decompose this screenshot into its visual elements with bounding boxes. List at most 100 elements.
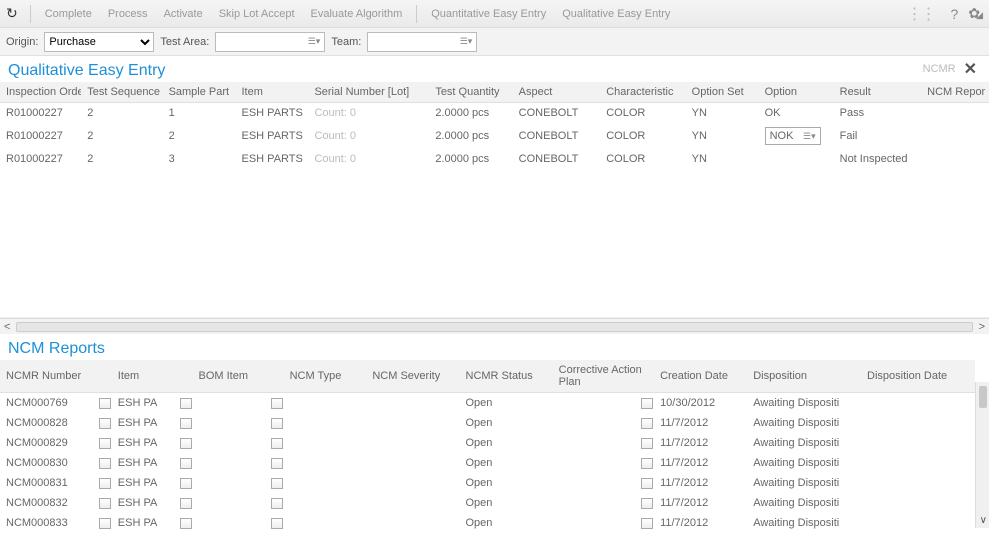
- table-row[interactable]: NCM000832ESH PAOpen11/7/2012Awaiting Dis…: [0, 493, 975, 513]
- detail-icon[interactable]: [180, 398, 192, 409]
- detail-icon[interactable]: [641, 458, 653, 469]
- detail-icon[interactable]: [99, 478, 111, 489]
- qual-col-header[interactable]: Sample Part: [163, 82, 236, 103]
- cell: NCM000832: [0, 493, 93, 513]
- detail-icon[interactable]: [641, 438, 653, 449]
- detail-icon[interactable]: [180, 518, 192, 529]
- detail-icon[interactable]: [180, 498, 192, 509]
- table-row[interactable]: NCM000830ESH PAOpen11/7/2012Awaiting Dis…: [0, 453, 975, 473]
- toolbar-btn-skip-lot-accept[interactable]: Skip Lot Accept: [219, 8, 295, 20]
- separator: [416, 5, 417, 23]
- origin-select[interactable]: Purchase: [44, 32, 154, 52]
- cell: 2: [163, 123, 236, 149]
- toolbar-btn-quantitative-easy-entry[interactable]: Quantitative Easy Entry: [431, 8, 546, 20]
- table-row[interactable]: R0100022721ESH PARTSCount: 02.0000 pcsCO…: [0, 103, 989, 124]
- ncm-col-header[interactable]: BOM Item: [192, 360, 283, 393]
- cell: ESH PA: [112, 433, 174, 453]
- qual-col-header[interactable]: Serial Number [Lot]: [308, 82, 429, 103]
- detail-icon[interactable]: [99, 458, 111, 469]
- detail-icon[interactable]: [271, 498, 283, 509]
- detail-icon[interactable]: [180, 478, 192, 489]
- toolbar-btn-complete[interactable]: Complete: [45, 8, 92, 20]
- ncmr-label: NCMR: [923, 63, 956, 75]
- separator: [30, 5, 31, 23]
- detail-icon[interactable]: [641, 418, 653, 429]
- table-row[interactable]: NCM000829ESH PAOpen11/7/2012Awaiting Dis…: [0, 433, 975, 453]
- qual-hscroll[interactable]: < >: [0, 318, 989, 334]
- table-row[interactable]: R0100022722ESH PARTSCount: 02.0000 pcsCO…: [0, 123, 989, 149]
- ncm-col-header[interactable]: Corrective Action Plan: [553, 360, 654, 393]
- qual-col-header[interactable]: Test Sequence: [81, 82, 162, 103]
- scroll-down-icon[interactable]: ∨: [980, 515, 987, 526]
- qual-col-header[interactable]: Result: [834, 82, 922, 103]
- detail-icon[interactable]: [180, 438, 192, 449]
- qual-section-header: Qualitative Easy Entry NCMR ✕: [0, 56, 989, 82]
- qual-col-header[interactable]: Aspect: [513, 82, 601, 103]
- toolbar-btn-evaluate-algorithm[interactable]: Evaluate Algorithm: [311, 8, 403, 20]
- detail-icon[interactable]: [641, 478, 653, 489]
- cell: R01000227: [0, 123, 81, 149]
- toolbar-btn-qualitative-easy-entry[interactable]: Qualitative Easy Entry: [562, 8, 670, 20]
- cell: ESH PA: [112, 413, 174, 433]
- toolbar-btn-activate[interactable]: Activate: [164, 8, 203, 20]
- scroll-left-icon[interactable]: <: [4, 321, 10, 333]
- scroll-thumb[interactable]: [979, 386, 987, 408]
- table-row[interactable]: R0100022723ESH PARTSCount: 02.0000 pcsCO…: [0, 149, 989, 169]
- help-icon[interactable]: ?: [951, 6, 959, 22]
- qual-col-header[interactable]: Inspection Order: [0, 82, 81, 103]
- qual-col-header[interactable]: Test Quantity: [429, 82, 512, 103]
- settings-icon[interactable]: ✿◢: [968, 5, 983, 22]
- table-row[interactable]: NCM000833ESH PAOpen11/7/2012Awaiting Dis…: [0, 513, 975, 533]
- toolbar-btn-process[interactable]: Process: [108, 8, 148, 20]
- qual-col-header[interactable]: Characteristic: [600, 82, 685, 103]
- cell: NCM000833: [0, 513, 93, 533]
- ncm-col-header[interactable]: Item: [112, 360, 193, 393]
- cell: [921, 103, 989, 124]
- main-toolbar: ↻ Complete Process Activate Skip Lot Accept…: [0, 0, 989, 28]
- ncm-vscroll[interactable]: ∧ ∨: [975, 382, 989, 528]
- table-row[interactable]: NCM000831ESH PAOpen11/7/2012Awaiting Dis…: [0, 473, 975, 493]
- cell: Open: [460, 453, 553, 473]
- detail-icon[interactable]: [180, 458, 192, 469]
- ncm-col-header[interactable]: NCM Type: [284, 360, 367, 393]
- refresh-icon[interactable]: ↻: [6, 5, 18, 22]
- detail-icon[interactable]: [180, 418, 192, 429]
- team-combo[interactable]: ☰▾: [367, 32, 477, 52]
- detail-icon[interactable]: [641, 518, 653, 529]
- testarea-combo[interactable]: ☰▾: [215, 32, 325, 52]
- filter-bar: Origin: Purchase Test Area: ☰▾ Team: ☰▾: [0, 28, 989, 56]
- cell: Count: 0: [308, 123, 429, 149]
- detail-icon[interactable]: [641, 398, 653, 409]
- table-row[interactable]: NCM000769ESH PAOpen10/30/2012Awaiting Di…: [0, 393, 975, 414]
- qual-col-header[interactable]: NCM Repor: [921, 82, 989, 103]
- ncm-col-header[interactable]: Disposition: [747, 360, 861, 393]
- option-dropdown[interactable]: NOK☰▾: [765, 127, 821, 145]
- detail-icon[interactable]: [271, 418, 283, 429]
- more-icon[interactable]: ⋮⋮: [907, 4, 935, 24]
- detail-icon[interactable]: [641, 498, 653, 509]
- ncm-col-header[interactable]: NCMR Number: [0, 360, 112, 393]
- detail-icon[interactable]: [99, 438, 111, 449]
- detail-icon[interactable]: [271, 438, 283, 449]
- ncm-col-header[interactable]: NCM Severity: [366, 360, 459, 393]
- qual-col-header[interactable]: Option Set: [686, 82, 759, 103]
- cell: NCM000769: [0, 393, 93, 414]
- close-icon[interactable]: ✕: [964, 59, 977, 79]
- detail-icon[interactable]: [271, 458, 283, 469]
- scroll-right-icon[interactable]: >: [979, 321, 985, 333]
- ncm-col-header[interactable]: Creation Date: [654, 360, 747, 393]
- table-row[interactable]: NCM000828ESH PAOpen11/7/2012Awaiting Dis…: [0, 413, 975, 433]
- detail-icon[interactable]: [271, 478, 283, 489]
- detail-icon[interactable]: [99, 518, 111, 529]
- detail-icon[interactable]: [99, 498, 111, 509]
- scroll-track[interactable]: [16, 322, 972, 332]
- detail-icon[interactable]: [271, 518, 283, 529]
- detail-icon[interactable]: [99, 418, 111, 429]
- qual-col-header[interactable]: Item: [236, 82, 309, 103]
- detail-icon[interactable]: [271, 398, 283, 409]
- detail-icon[interactable]: [99, 398, 111, 409]
- qual-col-header[interactable]: Option: [759, 82, 834, 103]
- ncm-grid-wrap: NCMR NumberItemBOM ItemNCM TypeNCM Sever…: [0, 360, 989, 528]
- ncm-col-header[interactable]: Disposition Date: [861, 360, 975, 393]
- ncm-col-header[interactable]: NCMR Status: [460, 360, 553, 393]
